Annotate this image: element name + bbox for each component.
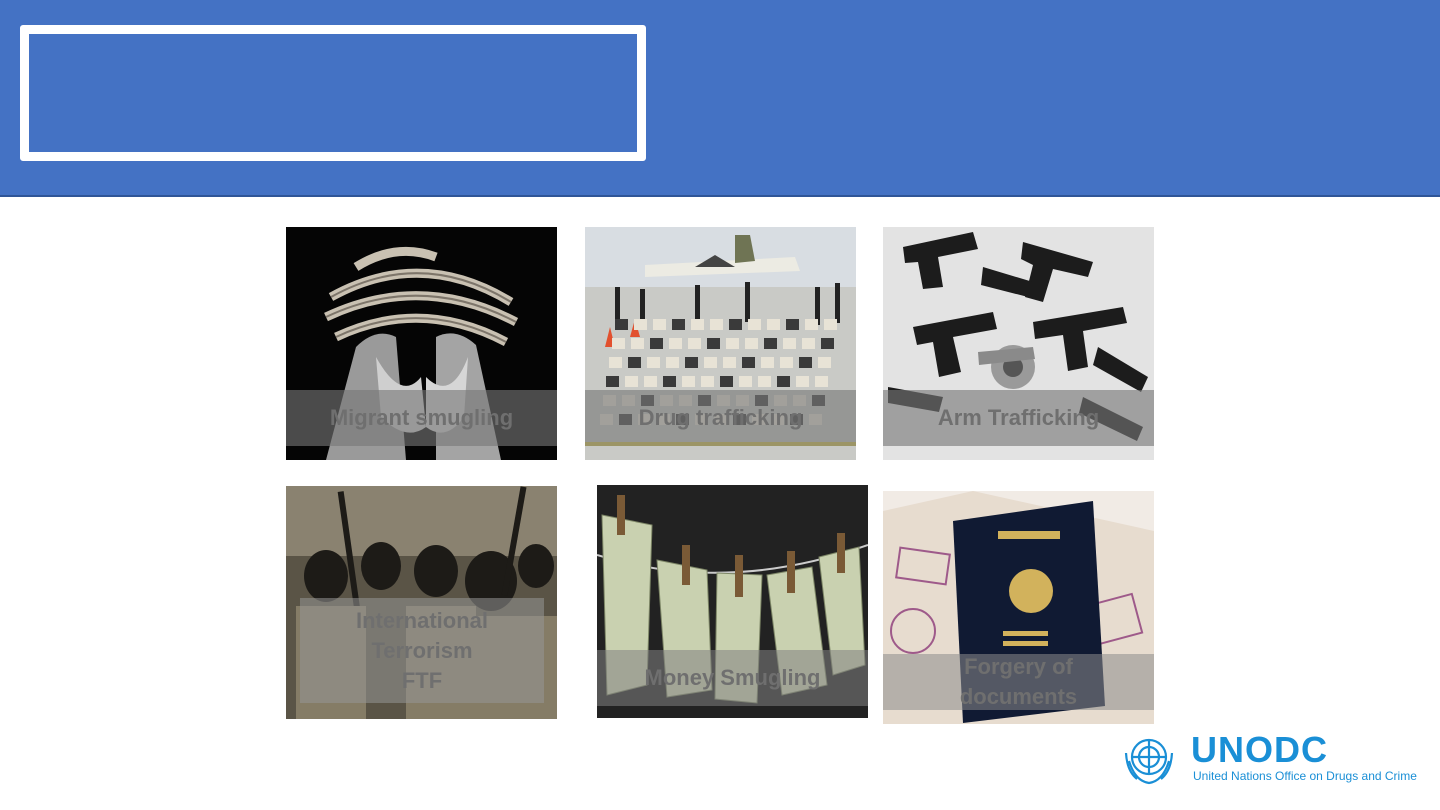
logo-wordmark: UNODC [1191, 729, 1328, 770]
tile-caption: Migrant smugling [286, 390, 557, 446]
tile-drug-trafficking: Drug trafficking [585, 227, 856, 460]
tile-caption: Drug trafficking [585, 390, 856, 446]
caption-line: documents [959, 684, 1078, 709]
tile-migrant-smuggling: Migrant smugling [286, 227, 557, 460]
caption-line: Terrorism [371, 637, 473, 663]
tile-international-terrorism: International Terrorism FTF [286, 486, 557, 719]
tile-money-smuggling: Money Smugling [597, 485, 868, 718]
unodc-logo: UNODC United Nations Office on Drugs and… [1121, 729, 1431, 787]
tile-arms-trafficking: Arm Trafficking [883, 227, 1154, 460]
tile-caption: Money Smugling [597, 650, 868, 706]
header-band [0, 0, 1440, 197]
logo-subtitle: United Nations Office on Drugs and Crime [1193, 769, 1417, 783]
tile-caption: International Terrorism FTF [300, 598, 544, 703]
title-placeholder [20, 25, 646, 161]
caption-line: International [355, 607, 488, 633]
tile-forgery-of-documents: Forgery of documents [883, 491, 1154, 724]
caption-line: Forgery of [964, 654, 1073, 679]
tile-caption: Forgery of documents [883, 654, 1154, 710]
un-emblem-icon [1124, 738, 1174, 785]
tile-caption: Arm Trafficking [883, 390, 1154, 446]
caption-line: FTF [401, 667, 443, 693]
